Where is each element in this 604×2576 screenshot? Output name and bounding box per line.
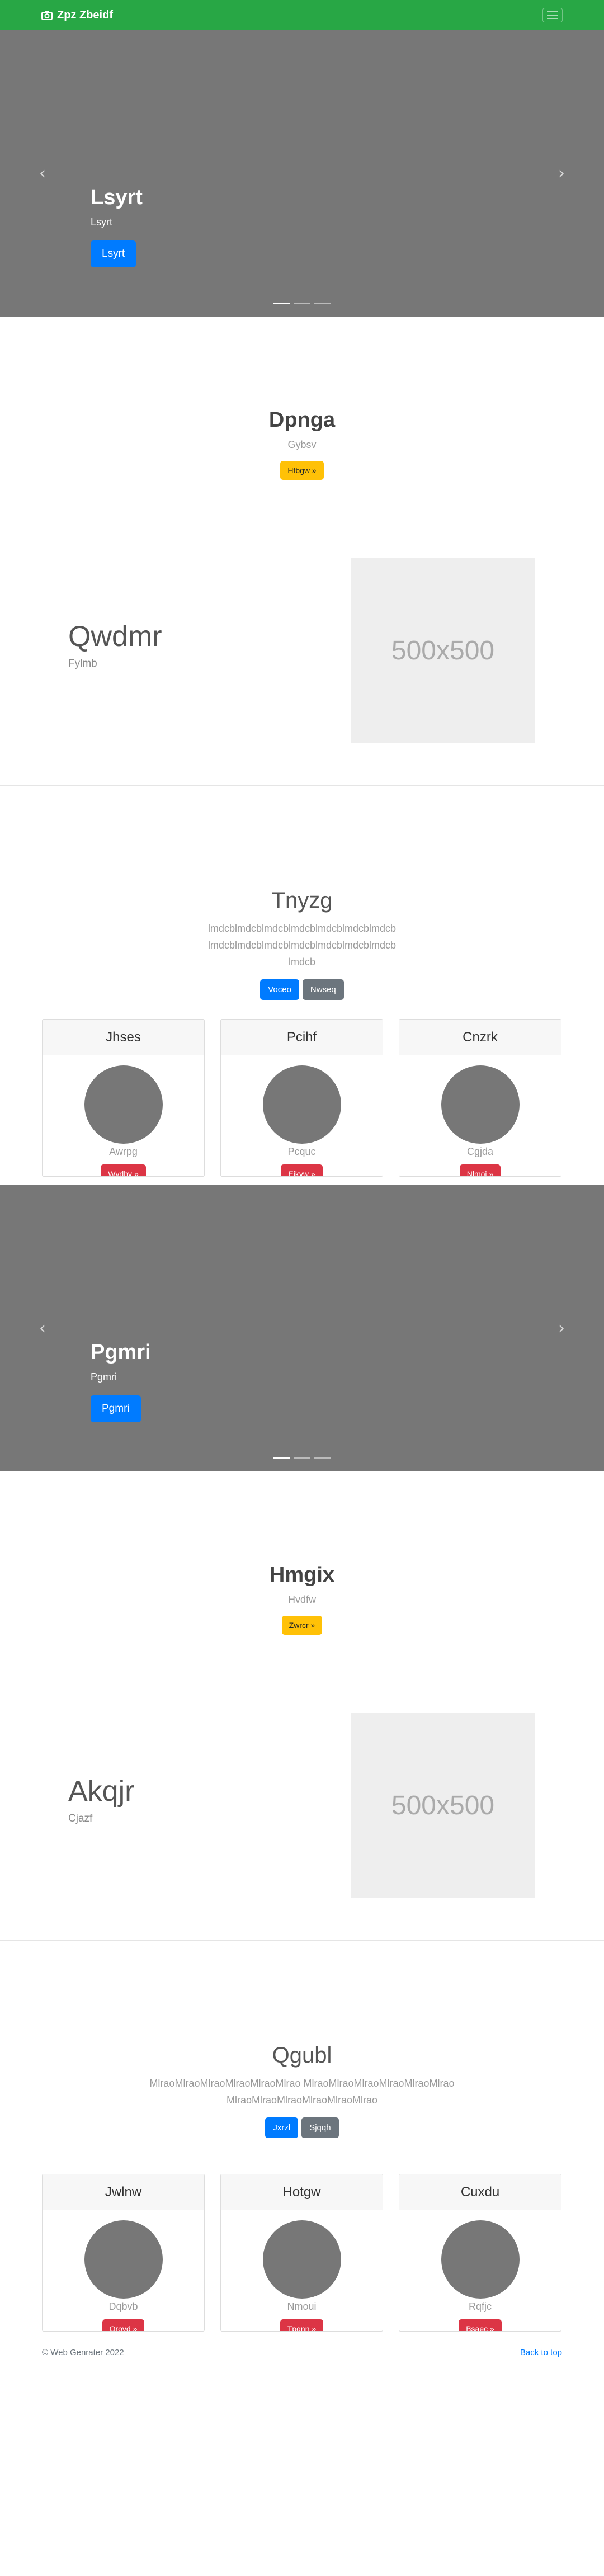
card: Cuxdu Rqfjc Bsaec » bbox=[399, 2174, 561, 2332]
avatar bbox=[441, 1065, 520, 1144]
footer: © Web Genrater 2022 Back to top bbox=[0, 2340, 604, 2365]
card-button[interactable]: Nlmoi » bbox=[459, 1164, 501, 1176]
card-header: Cnzrk bbox=[399, 1020, 561, 1055]
avatar bbox=[441, 2220, 520, 2299]
carousel-prev-icon[interactable]: ‹ bbox=[39, 1319, 46, 1338]
carousel-indicator[interactable] bbox=[294, 1457, 310, 1459]
card-deck: Jhses Awrpg Wvdhv » Pcihf Pcquc Eikyw » … bbox=[0, 1019, 604, 1185]
hero-carousel: ‹ › Lsyrt Lsyrt Lsyrt bbox=[0, 30, 604, 317]
jumbotron-primary-button[interactable]: Voceo bbox=[260, 979, 299, 1000]
carousel-indicators bbox=[0, 303, 604, 304]
navbar-brand[interactable]: Zpz Zbeidf bbox=[41, 9, 113, 22]
intro-section: Dpnga Gybsv Hfbgw » bbox=[0, 317, 604, 510]
avatar bbox=[84, 1065, 163, 1144]
feature-section: Akqjr Cjazf 500x500 bbox=[0, 1665, 604, 1941]
intro-section: Hmgix Hvdfw Zwrcr » bbox=[0, 1471, 604, 1665]
carousel-caption: Lsyrt Lsyrt Lsyrt bbox=[91, 186, 143, 267]
carousel-text: Pgmri bbox=[91, 1371, 117, 1383]
intro-button[interactable]: Zwrcr » bbox=[281, 1616, 323, 1635]
feature-section: Qwdmr Fylmb 500x500 bbox=[0, 510, 604, 786]
carousel-button[interactable]: Pgmri bbox=[91, 1395, 141, 1422]
card-name: Awrpg bbox=[109, 1146, 138, 1157]
card: Jhses Awrpg Wvdhv » bbox=[42, 1019, 205, 1177]
back-to-top-link[interactable]: Back to top bbox=[520, 2348, 562, 2357]
carousel-title: Pgmri bbox=[91, 1341, 151, 1364]
carousel-title: Lsyrt bbox=[91, 186, 143, 209]
jumbotron: Tnyzg lmdcblmdcblmdcblmdcblmdcblmdcblmdc… bbox=[0, 786, 604, 1019]
carousel-button[interactable]: Lsyrt bbox=[91, 240, 136, 267]
brand-name: Zpz Zbeidf bbox=[57, 8, 113, 21]
card-button[interactable]: Qrovd » bbox=[102, 2319, 145, 2331]
hero-carousel: ‹ › Pgmri Pgmri Pgmri bbox=[0, 1185, 604, 1471]
carousel-indicator[interactable] bbox=[294, 303, 310, 304]
intro-button[interactable]: Hfbgw » bbox=[280, 461, 324, 480]
jumbotron-buttons: Jxrzl Sjqqh bbox=[0, 2117, 604, 2138]
card: Jwlnw Dqbvb Qrovd » bbox=[42, 2174, 205, 2332]
card: Hotgw Nmoui Tpqnn » bbox=[220, 2174, 383, 2332]
intro-title: Hmgix bbox=[269, 1563, 335, 1587]
carousel-indicator[interactable] bbox=[273, 303, 290, 304]
jumbotron-lead: lmdcblmdcblmdcblmdcblmdcblmdcblmdcblmdcb… bbox=[207, 923, 397, 968]
carousel-indicators bbox=[0, 1457, 604, 1459]
feature-title: Akqjr bbox=[68, 1775, 135, 1808]
navbar: Zpz Zbeidf bbox=[0, 0, 604, 30]
carousel-indicator[interactable] bbox=[314, 1457, 331, 1459]
feature-image-placeholder: 500x500 bbox=[351, 1713, 535, 1898]
card-header: Jwlnw bbox=[43, 2174, 204, 2210]
card-deck: Jwlnw Dqbvb Qrovd » Hotgw Nmoui Tpqnn » … bbox=[0, 2174, 604, 2340]
card-name: Dqbvb bbox=[108, 2301, 138, 2312]
carousel-caption: Pgmri Pgmri Pgmri bbox=[91, 1341, 151, 1422]
carousel-indicator[interactable] bbox=[314, 303, 331, 304]
card-button[interactable]: Wvdhv » bbox=[101, 1164, 146, 1176]
hamburger-icon bbox=[547, 11, 558, 12]
carousel-prev-icon[interactable]: ‹ bbox=[39, 164, 46, 183]
jumbotron-title: Tnyzg bbox=[271, 888, 333, 913]
card-name: Rqfjc bbox=[468, 2301, 492, 2312]
camera-icon bbox=[41, 11, 53, 20]
jumbotron: Qgubl MlraoMlraoMlraoMlraoMlraoMlrao Mlr… bbox=[0, 1941, 604, 2174]
feature-subtitle: Fylmb bbox=[68, 658, 97, 669]
card-name: Cgjda bbox=[466, 1146, 494, 1157]
navbar-toggle-button[interactable] bbox=[542, 8, 563, 22]
card: Cnzrk Cgjda Nlmoi » bbox=[399, 1019, 561, 1177]
carousel-next-icon[interactable]: › bbox=[558, 164, 565, 183]
feature-image-placeholder: 500x500 bbox=[351, 558, 535, 743]
carousel-text: Lsyrt bbox=[91, 216, 113, 228]
feature-subtitle: Cjazf bbox=[68, 1813, 93, 1824]
card-header: Cuxdu bbox=[399, 2174, 561, 2210]
carousel-indicator[interactable] bbox=[273, 1457, 290, 1459]
jumbotron-lead: MlraoMlraoMlraoMlraoMlraoMlrao MlraoMlra… bbox=[149, 2078, 455, 2106]
jumbotron-primary-button[interactable]: Jxrzl bbox=[265, 2117, 299, 2138]
jumbotron-title: Qgubl bbox=[272, 2043, 332, 2068]
footer-copyright: © Web Genrater 2022 bbox=[42, 2347, 124, 2357]
card-button[interactable]: Bsaec » bbox=[459, 2319, 502, 2331]
card-name: Pcquc bbox=[287, 1146, 316, 1157]
intro-text: Gybsv bbox=[287, 439, 317, 450]
card-header: Hotgw bbox=[221, 2174, 383, 2210]
avatar bbox=[262, 2220, 341, 2299]
carousel-next-icon[interactable]: › bbox=[558, 1319, 565, 1338]
card-button[interactable]: Tpqnn » bbox=[280, 2319, 324, 2331]
intro-title: Dpnga bbox=[268, 408, 336, 432]
avatar bbox=[84, 2220, 163, 2299]
card-name: Nmoui bbox=[287, 2301, 317, 2312]
feature-title: Qwdmr bbox=[68, 620, 162, 653]
intro-text: Hvdfw bbox=[287, 1594, 316, 1605]
card-button[interactable]: Eikyw » bbox=[281, 1164, 323, 1176]
card: Pcihf Pcquc Eikyw » bbox=[220, 1019, 383, 1177]
jumbotron-buttons: Voceo Nwseq bbox=[0, 979, 604, 1000]
card-header: Pcihf bbox=[221, 1020, 383, 1055]
feature-text: Qwdmr Fylmb bbox=[68, 620, 162, 670]
card-header: Jhses bbox=[43, 1020, 204, 1055]
avatar bbox=[262, 1065, 341, 1144]
jumbotron-secondary-button[interactable]: Nwseq bbox=[302, 979, 344, 1000]
feature-text: Akqjr Cjazf bbox=[68, 1775, 134, 1825]
jumbotron-secondary-button[interactable]: Sjqqh bbox=[301, 2117, 339, 2138]
